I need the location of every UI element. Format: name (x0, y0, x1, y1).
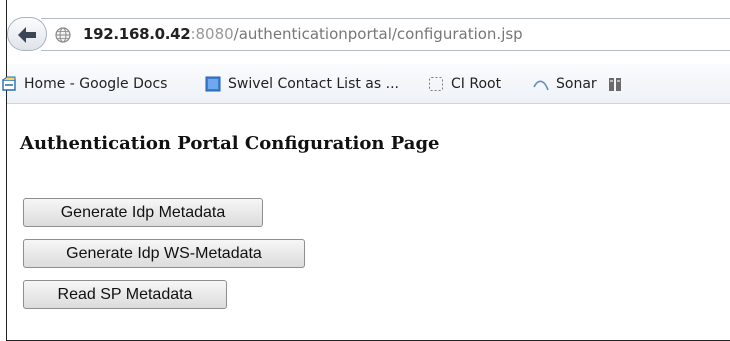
bookmarks-bar: Home - Google Docs Swivel Contact List a… (2, 64, 730, 104)
address-bar[interactable]: 192.168.0.42:8080/authenticationportal/c… (41, 18, 730, 51)
bookmark-truncated[interactable] (607, 73, 630, 95)
bookmark-sonar[interactable]: Sonar (533, 73, 597, 95)
bookmark-label: Sonar (556, 76, 597, 92)
bookmark-label: Home - Google Docs (24, 76, 168, 92)
address-row: 192.168.0.42:8080/authenticationportal/c… (7, 0, 730, 64)
bookmark-label: Swivel Contact List as ... (228, 76, 399, 92)
url-path: /authenticationportal/configuration.jsp (233, 25, 523, 43)
google-docs-icon (2, 76, 16, 91)
browser-window: 192.168.0.42:8080/authenticationportal/c… (2, 0, 730, 341)
bookmark-ci-root[interactable]: CI Root (428, 73, 501, 95)
bookmark-label: CI Root (451, 76, 502, 92)
url-host: 192.168.0.42 (83, 25, 191, 43)
back-arrow-icon (18, 27, 36, 43)
read-sp-metadata-button[interactable]: Read SP Metadata (23, 280, 227, 309)
sonar-icon (533, 80, 549, 91)
globe-icon (55, 27, 71, 43)
bookmark-swivel-contact-list[interactable]: Swivel Contact List as ... (205, 73, 399, 95)
generate-idp-ws-metadata-button[interactable]: Generate Idp WS-Metadata (23, 239, 305, 268)
generate-idp-metadata-button[interactable]: Generate Idp Metadata (23, 198, 263, 227)
url-text[interactable]: 192.168.0.42:8080/authenticationportal/c… (83, 25, 523, 43)
document-icon (205, 76, 221, 92)
dashed-box-icon (429, 77, 443, 91)
url-port: :8080 (190, 25, 234, 43)
bookmark-icon (609, 78, 621, 91)
bookmark-home-google-docs[interactable]: Home - Google Docs (1, 73, 167, 95)
back-button[interactable] (7, 17, 47, 51)
page-title: Authentication Portal Configuration Page (20, 133, 440, 154)
